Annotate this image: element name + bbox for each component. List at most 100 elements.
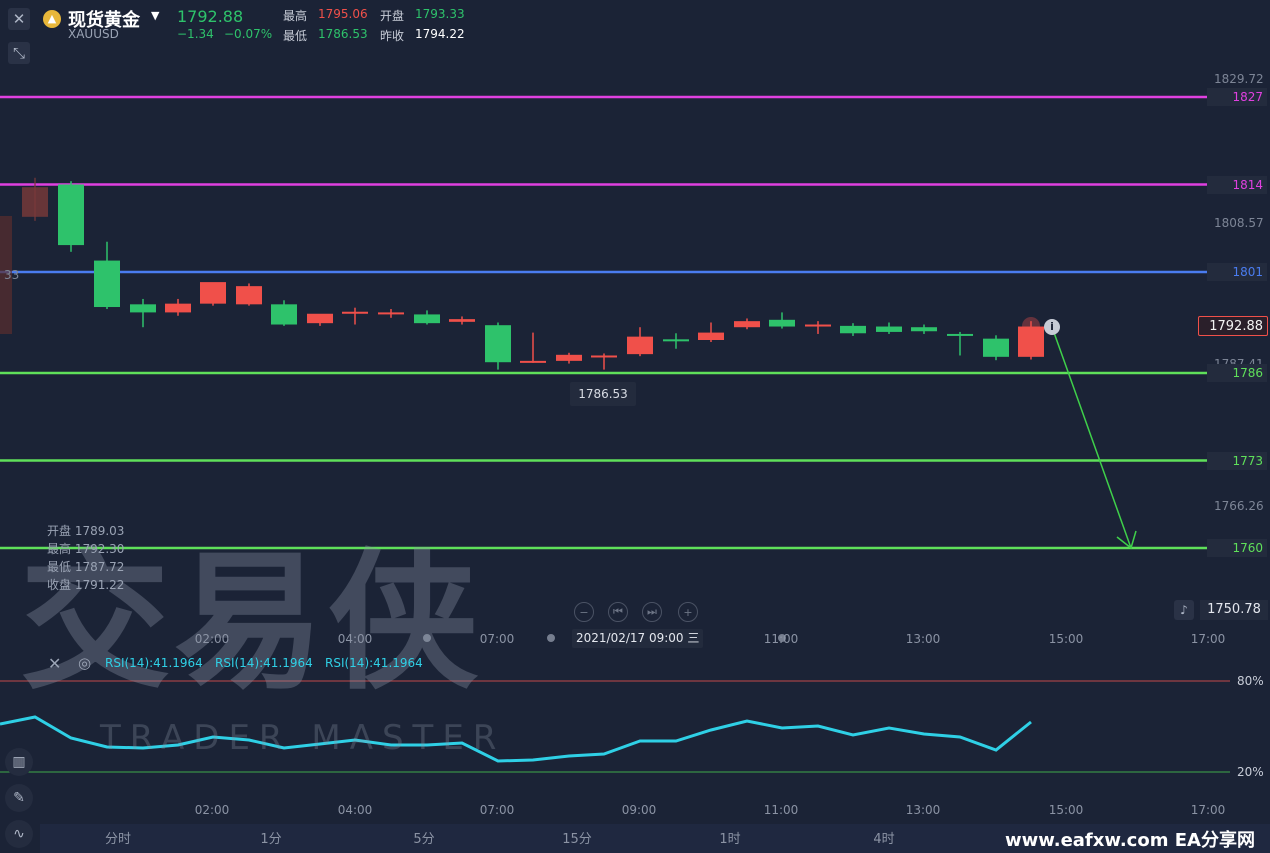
ohlc-low: 最低 1787.72 <box>47 560 125 574</box>
time-dot <box>547 634 555 642</box>
candle-body <box>591 355 617 358</box>
level-tag-1786[interactable]: 1786 <box>1207 364 1267 382</box>
candle-body <box>271 304 297 325</box>
tab-4hour[interactable]: 4时 <box>873 828 894 847</box>
crosshair-time: 2021/02/17 09:00 三 <box>572 629 704 648</box>
close-icon[interactable]: ✕ <box>8 8 30 30</box>
candle-body <box>200 282 226 304</box>
price-change-pct: −0.07% <box>224 27 273 41</box>
symbol-code: XAUUSD <box>68 27 119 41</box>
gold-coin-icon: ▲ <box>43 10 61 28</box>
settings-icon[interactable]: ◎ <box>78 654 91 672</box>
time-label: 07:00 <box>479 632 515 646</box>
watermark-sub: TRADER MASTER <box>100 718 506 758</box>
zoom-out-icon[interactable]: − <box>574 602 594 622</box>
candle-body <box>414 314 440 324</box>
rsi-label: RSI(14):41.1964 <box>215 656 313 670</box>
footer-brand: www.eafxw.com EA分享网 <box>1005 830 1255 851</box>
prev-close-value: 1794.22 <box>415 27 465 41</box>
candle-body <box>449 319 475 322</box>
last-price: 1792.88 <box>177 7 244 26</box>
price-tick: 1829.72 <box>1214 72 1264 86</box>
candle-body <box>663 339 689 342</box>
candle-body <box>983 338 1009 357</box>
rsi-time-label: 15:00 <box>1048 803 1084 817</box>
candle-body <box>94 260 120 308</box>
level-tag-1814[interactable]: 1814 <box>1207 176 1267 194</box>
open-label: 开盘 <box>380 9 405 23</box>
time-label: 13:00 <box>905 632 941 646</box>
time-label: 11:00 <box>763 632 799 646</box>
collapse-icon[interactable]: ⤡ <box>8 42 30 64</box>
zoom-in-icon[interactable]: + <box>678 602 698 622</box>
price-change: −1.34 <box>177 27 214 41</box>
candle-body <box>911 327 937 332</box>
low-value: 1786.53 <box>318 27 368 41</box>
price-tick-partial: 33 <box>4 268 20 282</box>
high-value: 1795.06 <box>318 7 368 21</box>
tab-1hour[interactable]: 1时 <box>719 828 740 847</box>
bell-icon[interactable]: ♪ <box>1174 600 1194 620</box>
rsi-time-label: 02:00 <box>194 803 230 817</box>
tab-intraday[interactable]: 分时 <box>105 828 131 847</box>
open-value: 1793.33 <box>415 7 465 21</box>
rsi-time-label: 13:00 <box>905 803 941 817</box>
candle-body <box>22 187 48 217</box>
candle-body <box>627 336 653 355</box>
candle-body <box>520 360 546 363</box>
price-tick: 1766.26 <box>1214 499 1264 513</box>
candle-body <box>165 303 191 313</box>
rsi-time-label: 11:00 <box>763 803 799 817</box>
candle-body <box>947 333 973 336</box>
info-icon[interactable]: i <box>1044 319 1060 335</box>
alert-price: 1750.78 <box>1200 600 1268 620</box>
candle-body <box>556 354 582 361</box>
crosshair-day: 三 <box>687 631 700 645</box>
candle-body <box>698 332 724 341</box>
candle-body <box>58 184 84 246</box>
candle-body <box>236 286 262 305</box>
indicator-icon[interactable]: ▥ <box>5 748 33 776</box>
trend-icon[interactable]: ∿ <box>5 820 33 848</box>
current-price-tag: 1792.88 <box>1198 316 1268 336</box>
candle-body <box>805 324 831 327</box>
tab-15min[interactable]: 15分 <box>562 828 592 847</box>
rsi-lower-label: 20% <box>1237 765 1264 779</box>
candle-body <box>130 304 156 313</box>
time-label: 04:00 <box>337 632 373 646</box>
next-icon[interactable]: ⏭ <box>642 602 662 622</box>
candle-body <box>378 312 404 315</box>
draw-icon[interactable]: ✎ <box>5 784 33 812</box>
high-label: 最高 <box>283 9 308 23</box>
level-tag-1801[interactable]: 1801 <box>1207 263 1267 281</box>
ohlc-high: 最高 1792.30 <box>47 542 125 556</box>
crosshair-time-value: 2021/02/17 09:00 <box>576 631 684 645</box>
time-label: 15:00 <box>1048 632 1084 646</box>
prev-close-label: 昨收 <box>380 29 405 43</box>
rsi-time-label: 04:00 <box>337 803 373 817</box>
ohlc-open: 开盘 1789.03 <box>47 524 125 538</box>
tab-5min[interactable]: 5分 <box>413 828 434 847</box>
rsi-time-label: 09:00 <box>621 803 657 817</box>
candle-body <box>769 319 795 327</box>
rsi-upper-label: 80% <box>1237 674 1264 688</box>
level-tag-1827[interactable]: 1827 <box>1207 88 1267 106</box>
close-icon[interactable]: ✕ <box>48 654 61 673</box>
level-tag-1760[interactable]: 1760 <box>1207 539 1267 557</box>
ohlc-close: 收盘 1791.22 <box>47 578 125 592</box>
level-tag-1773[interactable]: 1773 <box>1207 452 1267 470</box>
tab-1min[interactable]: 1分 <box>260 828 281 847</box>
rsi-time-label: 07:00 <box>479 803 515 817</box>
last-price-glow <box>1022 317 1040 335</box>
candle-body <box>307 313 333 324</box>
prev-icon[interactable]: ⏮ <box>608 602 628 622</box>
candle-body <box>876 326 902 332</box>
dropdown-icon[interactable]: ▼ <box>151 9 159 22</box>
candle-body <box>734 321 760 328</box>
candle-body <box>485 325 511 363</box>
rsi-label: RSI(14):41.1964 <box>105 656 203 670</box>
price-tick: 1808.57 <box>1214 216 1264 230</box>
rsi-time-label: 17:00 <box>1190 803 1226 817</box>
time-label: 02:00 <box>194 632 230 646</box>
rsi-label: RSI(14):41.1964 <box>325 656 423 670</box>
